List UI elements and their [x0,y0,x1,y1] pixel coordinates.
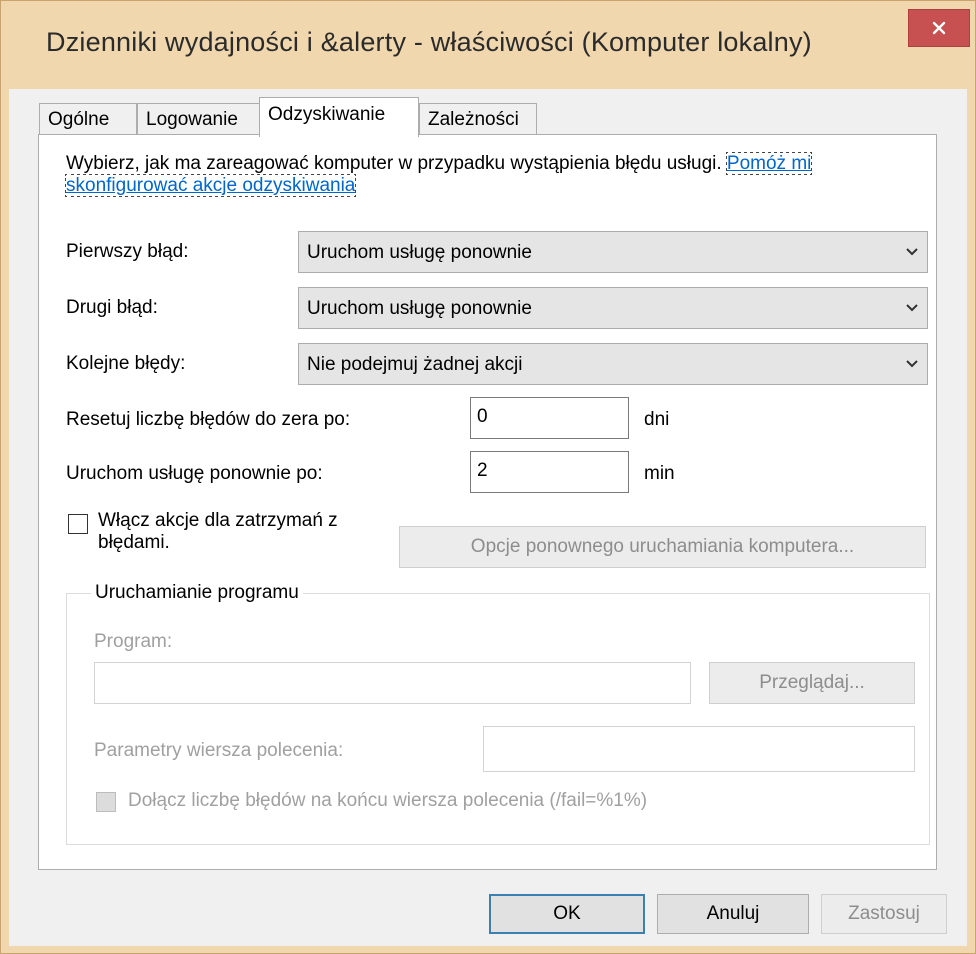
tab-logon[interactable]: Logowanie [137,103,261,135]
subsequent-failures-label: Kolejne błędy: [66,353,186,374]
append-fail-count-label: Dołącz liczbę błędów na końcu wiersza po… [128,790,648,811]
apply-button[interactable]: Zastosuj [821,894,947,934]
program-label: Program: [94,631,173,652]
subsequent-failures-value: Nie podejmuj żadnej akcji [307,354,523,375]
program-input[interactable] [94,662,691,704]
close-icon [932,21,946,35]
properties-dialog: Dzienniki wydajności i &alerty - właściw… [0,0,976,954]
run-program-group-title: Uruchamianie programu [91,582,303,604]
first-failure-select[interactable]: Uruchom usługę ponownie [298,231,928,273]
enable-actions-checkbox[interactable] [68,514,88,534]
ok-button[interactable]: OK [489,894,645,934]
first-failure-value: Uruchom usługę ponownie [307,242,532,263]
title-bar[interactable]: Dzienniki wydajności i &alerty - właściw… [1,1,975,89]
description-text: Wybierz, jak ma zareagować komputer w pr… [66,153,722,174]
tab-recovery[interactable]: Odzyskiwanie [259,97,419,137]
chevron-down-icon [906,248,918,256]
chevron-down-icon [906,304,918,312]
first-failure-label: Pierwszy błąd: [66,241,189,262]
restart-unit-label: min [644,463,675,484]
second-failure-value: Uruchom usługę ponownie [307,298,532,319]
enable-actions-label: Włącz akcje dla zatrzymań z błędami. [98,510,338,553]
reset-unit-label: dni [644,409,670,430]
recovery-description: Wybierz, jak ma zareagować komputer w pr… [64,152,926,197]
reset-count-label: Resetuj liczbę błędów do zera po: [66,409,351,430]
window-title: Dzienniki wydajności i &alerty - właściw… [46,27,812,57]
browse-button[interactable]: Przeglądaj... [709,662,915,704]
tab-dependencies[interactable]: Zależności [419,103,537,135]
second-failure-label: Drugi błąd: [66,297,158,318]
restart-delay-input[interactable]: 2 [470,451,629,493]
append-fail-count-checkbox[interactable] [96,792,116,812]
restart-computer-options-button[interactable]: Opcje ponownego uruchamiania komputera..… [399,526,926,568]
tab-general[interactable]: Ogólne [39,103,137,135]
reset-count-input[interactable]: 0 [470,397,629,439]
restart-delay-label: Uruchom usługę ponownie po: [66,463,323,484]
command-params-label: Parametry wiersza polecenia: [94,740,344,761]
command-params-input[interactable] [483,726,915,772]
close-button[interactable] [908,9,970,47]
second-failure-select[interactable]: Uruchom usługę ponownie [298,287,928,329]
subsequent-failures-select[interactable]: Nie podejmuj żadnej akcji [298,343,928,385]
dialog-client-area: Ogólne Logowanie Odzyskiwanie Zależności… [9,89,967,946]
chevron-down-icon [906,360,918,368]
cancel-button[interactable]: Anuluj [657,894,809,934]
